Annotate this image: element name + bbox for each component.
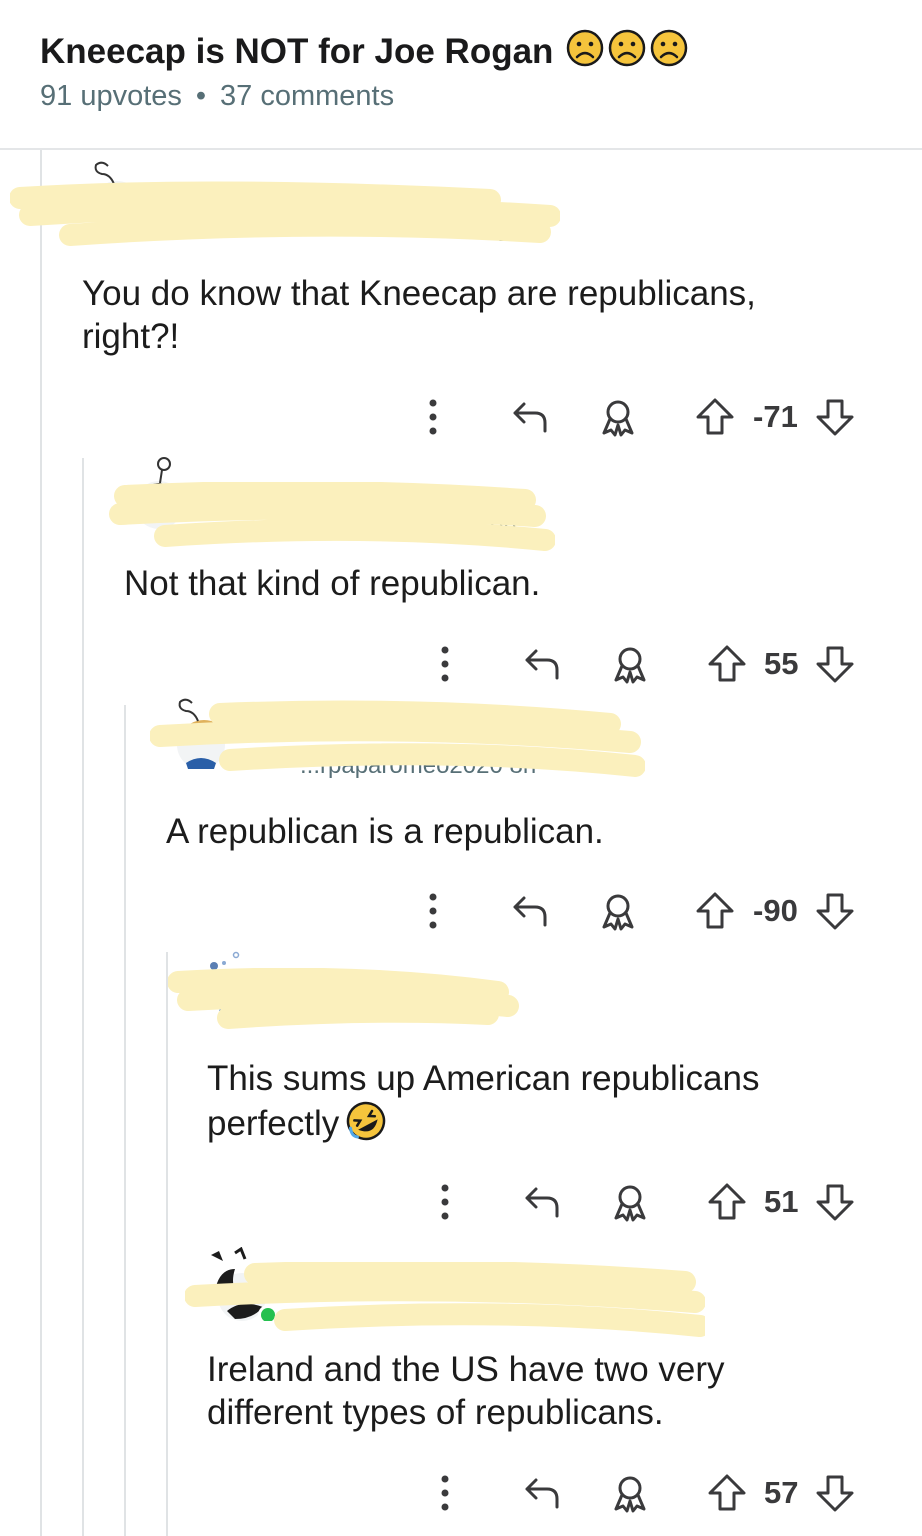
reply-icon[interactable]	[522, 1473, 562, 1513]
award-icon[interactable]	[610, 1473, 650, 1513]
comment-text: Ireland and the US have two very differe…	[207, 1348, 725, 1434]
upvote-icon[interactable]	[707, 1473, 747, 1513]
more-icon[interactable]	[430, 1473, 460, 1513]
comment-text-line: different types of republicans.	[207, 1393, 664, 1432]
vote-score: 57	[764, 1475, 799, 1510]
user-avatar[interactable]	[205, 1247, 279, 1321]
comment-actions: 57	[0, 1473, 922, 1513]
downvote-icon[interactable]	[815, 1473, 855, 1513]
comment-text-line: Ireland and the US have two very	[207, 1350, 725, 1389]
comment: Ireland and the US have two very differe…	[0, 0, 922, 1536]
